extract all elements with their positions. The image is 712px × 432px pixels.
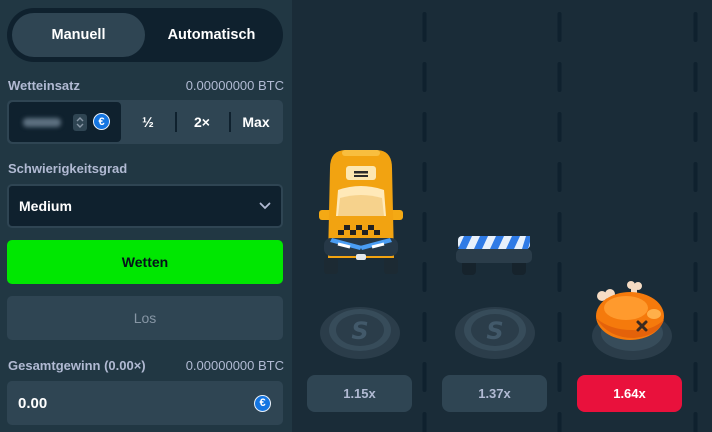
mode-toggle: Manuell Automatisch (7, 8, 283, 62)
total-win-field: 0.00 € (7, 381, 283, 425)
euro-coin-icon: € (254, 394, 271, 412)
bet-amount-group: € ½ 2× Max (7, 100, 283, 144)
fallen-chicken-icon (592, 281, 672, 360)
total-win-amount: 0.00000000 BTC (185, 358, 284, 373)
chevron-up-icon[interactable] (76, 117, 84, 122)
bet-balance: 0.00000000 BTC (185, 78, 284, 93)
tab-manual[interactable]: Manuell (12, 13, 145, 57)
bet-sidebar: Manuell Automatisch Wetteinsatz 0.000000… (0, 0, 292, 432)
lane-divider (422, 12, 427, 432)
taxi-car-icon (319, 150, 403, 274)
game-board: S S 1.15x 1.37x 1.64x (292, 0, 712, 432)
lane-divider (557, 12, 562, 432)
total-win-label-row: Gesamtgewinn (0.00×) 0.00000000 BTC (8, 358, 284, 373)
total-win-value: 0.00 (18, 394, 48, 412)
chevron-down-icon[interactable] (76, 123, 84, 128)
lane-divider (693, 12, 698, 432)
manhole-cover-icon: S (320, 307, 400, 359)
difficulty-label-row: Schwierigkeitsgrad (8, 161, 284, 176)
tab-auto[interactable]: Automatisch (145, 13, 278, 57)
double-bet-button[interactable]: 2× (175, 100, 229, 144)
bet-amount-input[interactable]: € (9, 102, 121, 142)
difficulty-selected-value: Medium (19, 198, 72, 214)
half-bet-button[interactable]: ½ (121, 100, 175, 144)
difficulty-label: Schwierigkeitsgrad (8, 161, 128, 176)
multiplier-pill: 1.15x (307, 375, 412, 412)
difficulty-select[interactable]: Medium (7, 184, 283, 228)
go-button[interactable]: Los (7, 296, 283, 340)
road-barrier-icon (456, 236, 532, 275)
chevron-down-icon (259, 202, 271, 210)
euro-coin-icon: € (93, 113, 110, 130)
bet-amount-value-blurred (23, 118, 61, 127)
bet-button[interactable]: Wetten (7, 240, 283, 284)
bet-amount-label-row: Wetteinsatz 0.00000000 BTC (8, 78, 284, 93)
total-win-label: Gesamtgewinn (0.00×) (8, 358, 146, 373)
svg-text:S: S (486, 317, 503, 345)
multiplier-pill-current: 1.64x (577, 375, 682, 412)
multiplier-pill: 1.37x (442, 375, 547, 412)
manhole-cover-icon: S (455, 307, 535, 359)
bet-amount-label: Wetteinsatz (8, 78, 80, 93)
svg-text:S: S (351, 317, 368, 345)
bet-amount-stepper[interactable] (73, 114, 87, 131)
max-bet-button[interactable]: Max (229, 100, 283, 144)
